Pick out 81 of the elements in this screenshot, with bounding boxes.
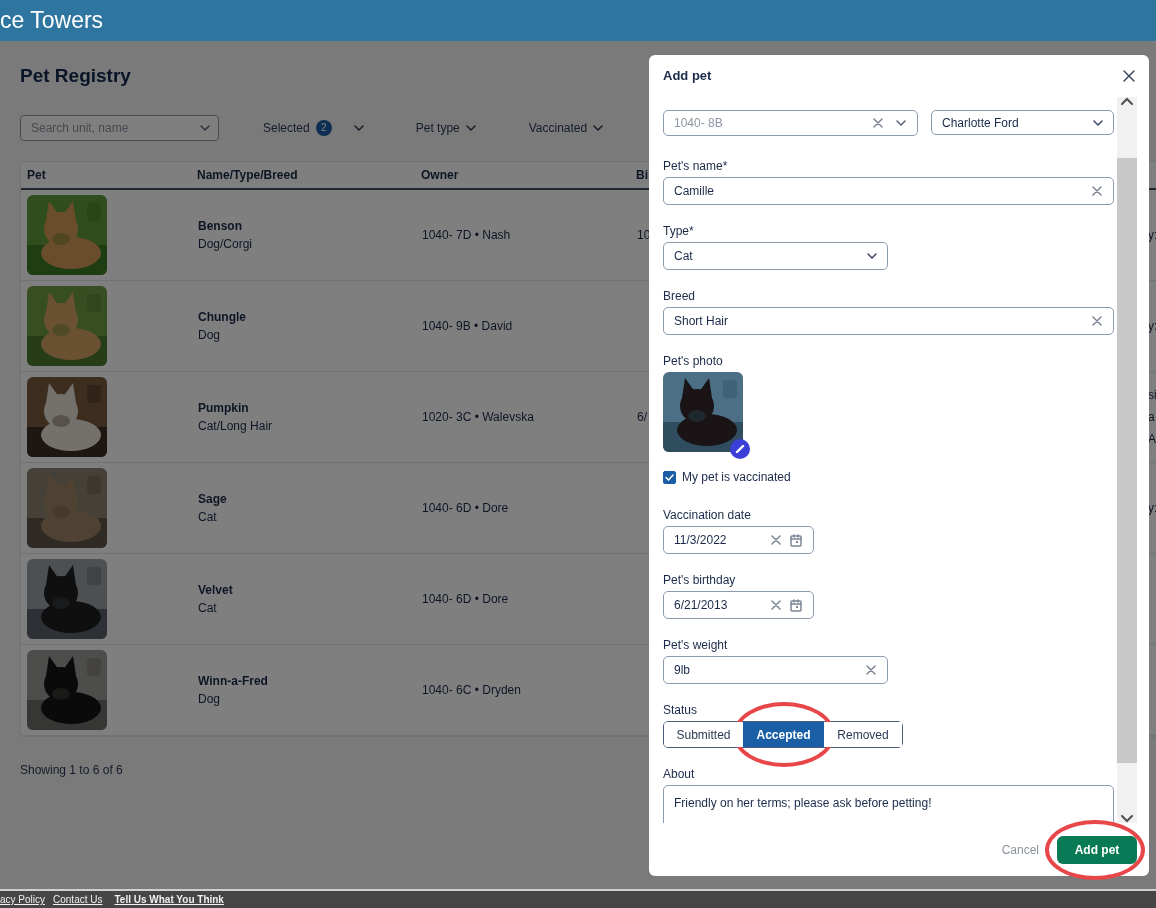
page-title: Pet Registry bbox=[20, 65, 131, 88]
count-badge: 2 bbox=[315, 119, 332, 136]
column-header: Name/Type/Breed bbox=[197, 167, 298, 182]
owner-text: 1040- 6D • Dore bbox=[422, 500, 509, 515]
pet-name: Velvet bbox=[198, 581, 234, 599]
owner-select[interactable]: Charlotte Ford bbox=[931, 110, 1114, 135]
pencil-icon bbox=[735, 444, 745, 454]
field-label: About bbox=[663, 766, 696, 783]
owner-text: 1020- 3C • Walevska bbox=[422, 409, 534, 424]
add-pet-button[interactable]: Add pet bbox=[1057, 835, 1137, 864]
column-header: Owner bbox=[421, 167, 459, 182]
date-field[interactable]: 11/3/2022 bbox=[663, 526, 814, 554]
clear-icon[interactable] bbox=[1092, 186, 1102, 196]
calendar-icon[interactable] bbox=[790, 533, 802, 547]
clear-icon[interactable] bbox=[1092, 316, 1102, 326]
field-label: Pet's birthday bbox=[663, 572, 737, 589]
owner-text: 1040- 9B • David bbox=[422, 318, 513, 333]
about-field[interactable]: Friendly on her terms; please ask before petting! bbox=[663, 785, 1114, 823]
checkbox[interactable] bbox=[663, 470, 676, 484]
table-cell-text: A bbox=[1148, 430, 1156, 448]
table-cell: 6/ bbox=[637, 409, 647, 424]
pet-name: Sage bbox=[198, 490, 228, 508]
dialog-title: Add pet bbox=[663, 68, 712, 84]
status-option[interactable]: Submitted bbox=[664, 722, 743, 747]
owner-text: 1040- 6C • Dryden bbox=[422, 682, 521, 697]
table-cell-text: si bbox=[1148, 386, 1156, 404]
clear-icon[interactable] bbox=[771, 535, 781, 545]
pet-name: Winn-a-Fred bbox=[198, 672, 269, 690]
scroll-up-icon[interactable] bbox=[1121, 97, 1133, 105]
chevron-down-icon[interactable] bbox=[353, 124, 364, 131]
field-label: Pet's weight bbox=[663, 637, 729, 654]
scroll-down-icon[interactable] bbox=[1121, 815, 1133, 823]
pet-type: Dog bbox=[198, 326, 221, 344]
selected-filter[interactable]: Selected 2 bbox=[263, 118, 364, 137]
checkbox-label: My pet is vaccinated bbox=[682, 469, 791, 486]
site-title: ce Towers bbox=[0, 0, 1156, 41]
filter-dropdown[interactable]: Pet type bbox=[415, 118, 476, 137]
field-label: Status bbox=[663, 702, 699, 719]
pet-name: Pumpkin bbox=[198, 399, 250, 417]
field-label: Type* bbox=[663, 223, 695, 240]
footer-link[interactable]: Contact Us bbox=[53, 892, 103, 907]
chevron-down-icon[interactable] bbox=[1093, 119, 1103, 126]
check-icon bbox=[665, 473, 674, 481]
pet-type: Cat/Long Hair bbox=[198, 417, 274, 435]
clear-icon[interactable] bbox=[866, 665, 876, 675]
input-field[interactable]: 9lb bbox=[663, 656, 888, 684]
chevron-down-icon[interactable] bbox=[593, 124, 604, 131]
field-label: Breed bbox=[663, 288, 697, 305]
pet-name: Chungle bbox=[198, 308, 247, 326]
pet-name: Benson bbox=[198, 217, 243, 235]
column-header: Pet bbox=[27, 167, 46, 182]
date-field[interactable]: 6/21/2013 bbox=[663, 591, 814, 619]
field-label: Pet's photo bbox=[663, 353, 724, 370]
footer-link[interactable]: acy Policy bbox=[0, 892, 45, 907]
chevron-down-icon[interactable] bbox=[867, 253, 877, 259]
chevron-down-icon[interactable] bbox=[465, 124, 476, 131]
column-header: Bi bbox=[636, 167, 648, 182]
footer-link[interactable]: Tell Us What You Think bbox=[114, 892, 224, 907]
filter-dropdown[interactable]: Vaccinated bbox=[528, 118, 604, 137]
input-field[interactable]: Short Hair bbox=[663, 307, 1114, 335]
table-cell-text: a bbox=[1148, 408, 1156, 426]
pet-type: Cat bbox=[198, 508, 218, 526]
type-select[interactable]: Cat bbox=[663, 242, 888, 270]
owner-text: 1040- 6D • Dore bbox=[422, 591, 509, 606]
input-field[interactable]: Camille bbox=[663, 177, 1114, 205]
status-option[interactable]: Accepted bbox=[743, 722, 824, 747]
scrollbar[interactable] bbox=[1117, 97, 1137, 823]
pet-type: Cat bbox=[198, 599, 218, 617]
pet-type: Dog bbox=[198, 690, 221, 708]
owner-text: 1040- 7D • Nash bbox=[422, 227, 511, 242]
clear-icon[interactable] bbox=[771, 600, 781, 610]
results-count: Showing 1 to 6 of 6 bbox=[20, 762, 123, 777]
clear-icon[interactable] bbox=[873, 118, 883, 128]
field-label: Vaccination date bbox=[663, 507, 752, 524]
calendar-icon[interactable] bbox=[790, 598, 802, 612]
close-icon[interactable] bbox=[1123, 70, 1135, 82]
status-option[interactable]: Removed bbox=[824, 722, 902, 747]
edit-photo-button[interactable] bbox=[730, 439, 750, 459]
field-label: Pet's name* bbox=[663, 158, 729, 175]
chevron-down-icon[interactable] bbox=[896, 120, 906, 126]
pet-type: Dog/Corgi bbox=[198, 235, 254, 253]
